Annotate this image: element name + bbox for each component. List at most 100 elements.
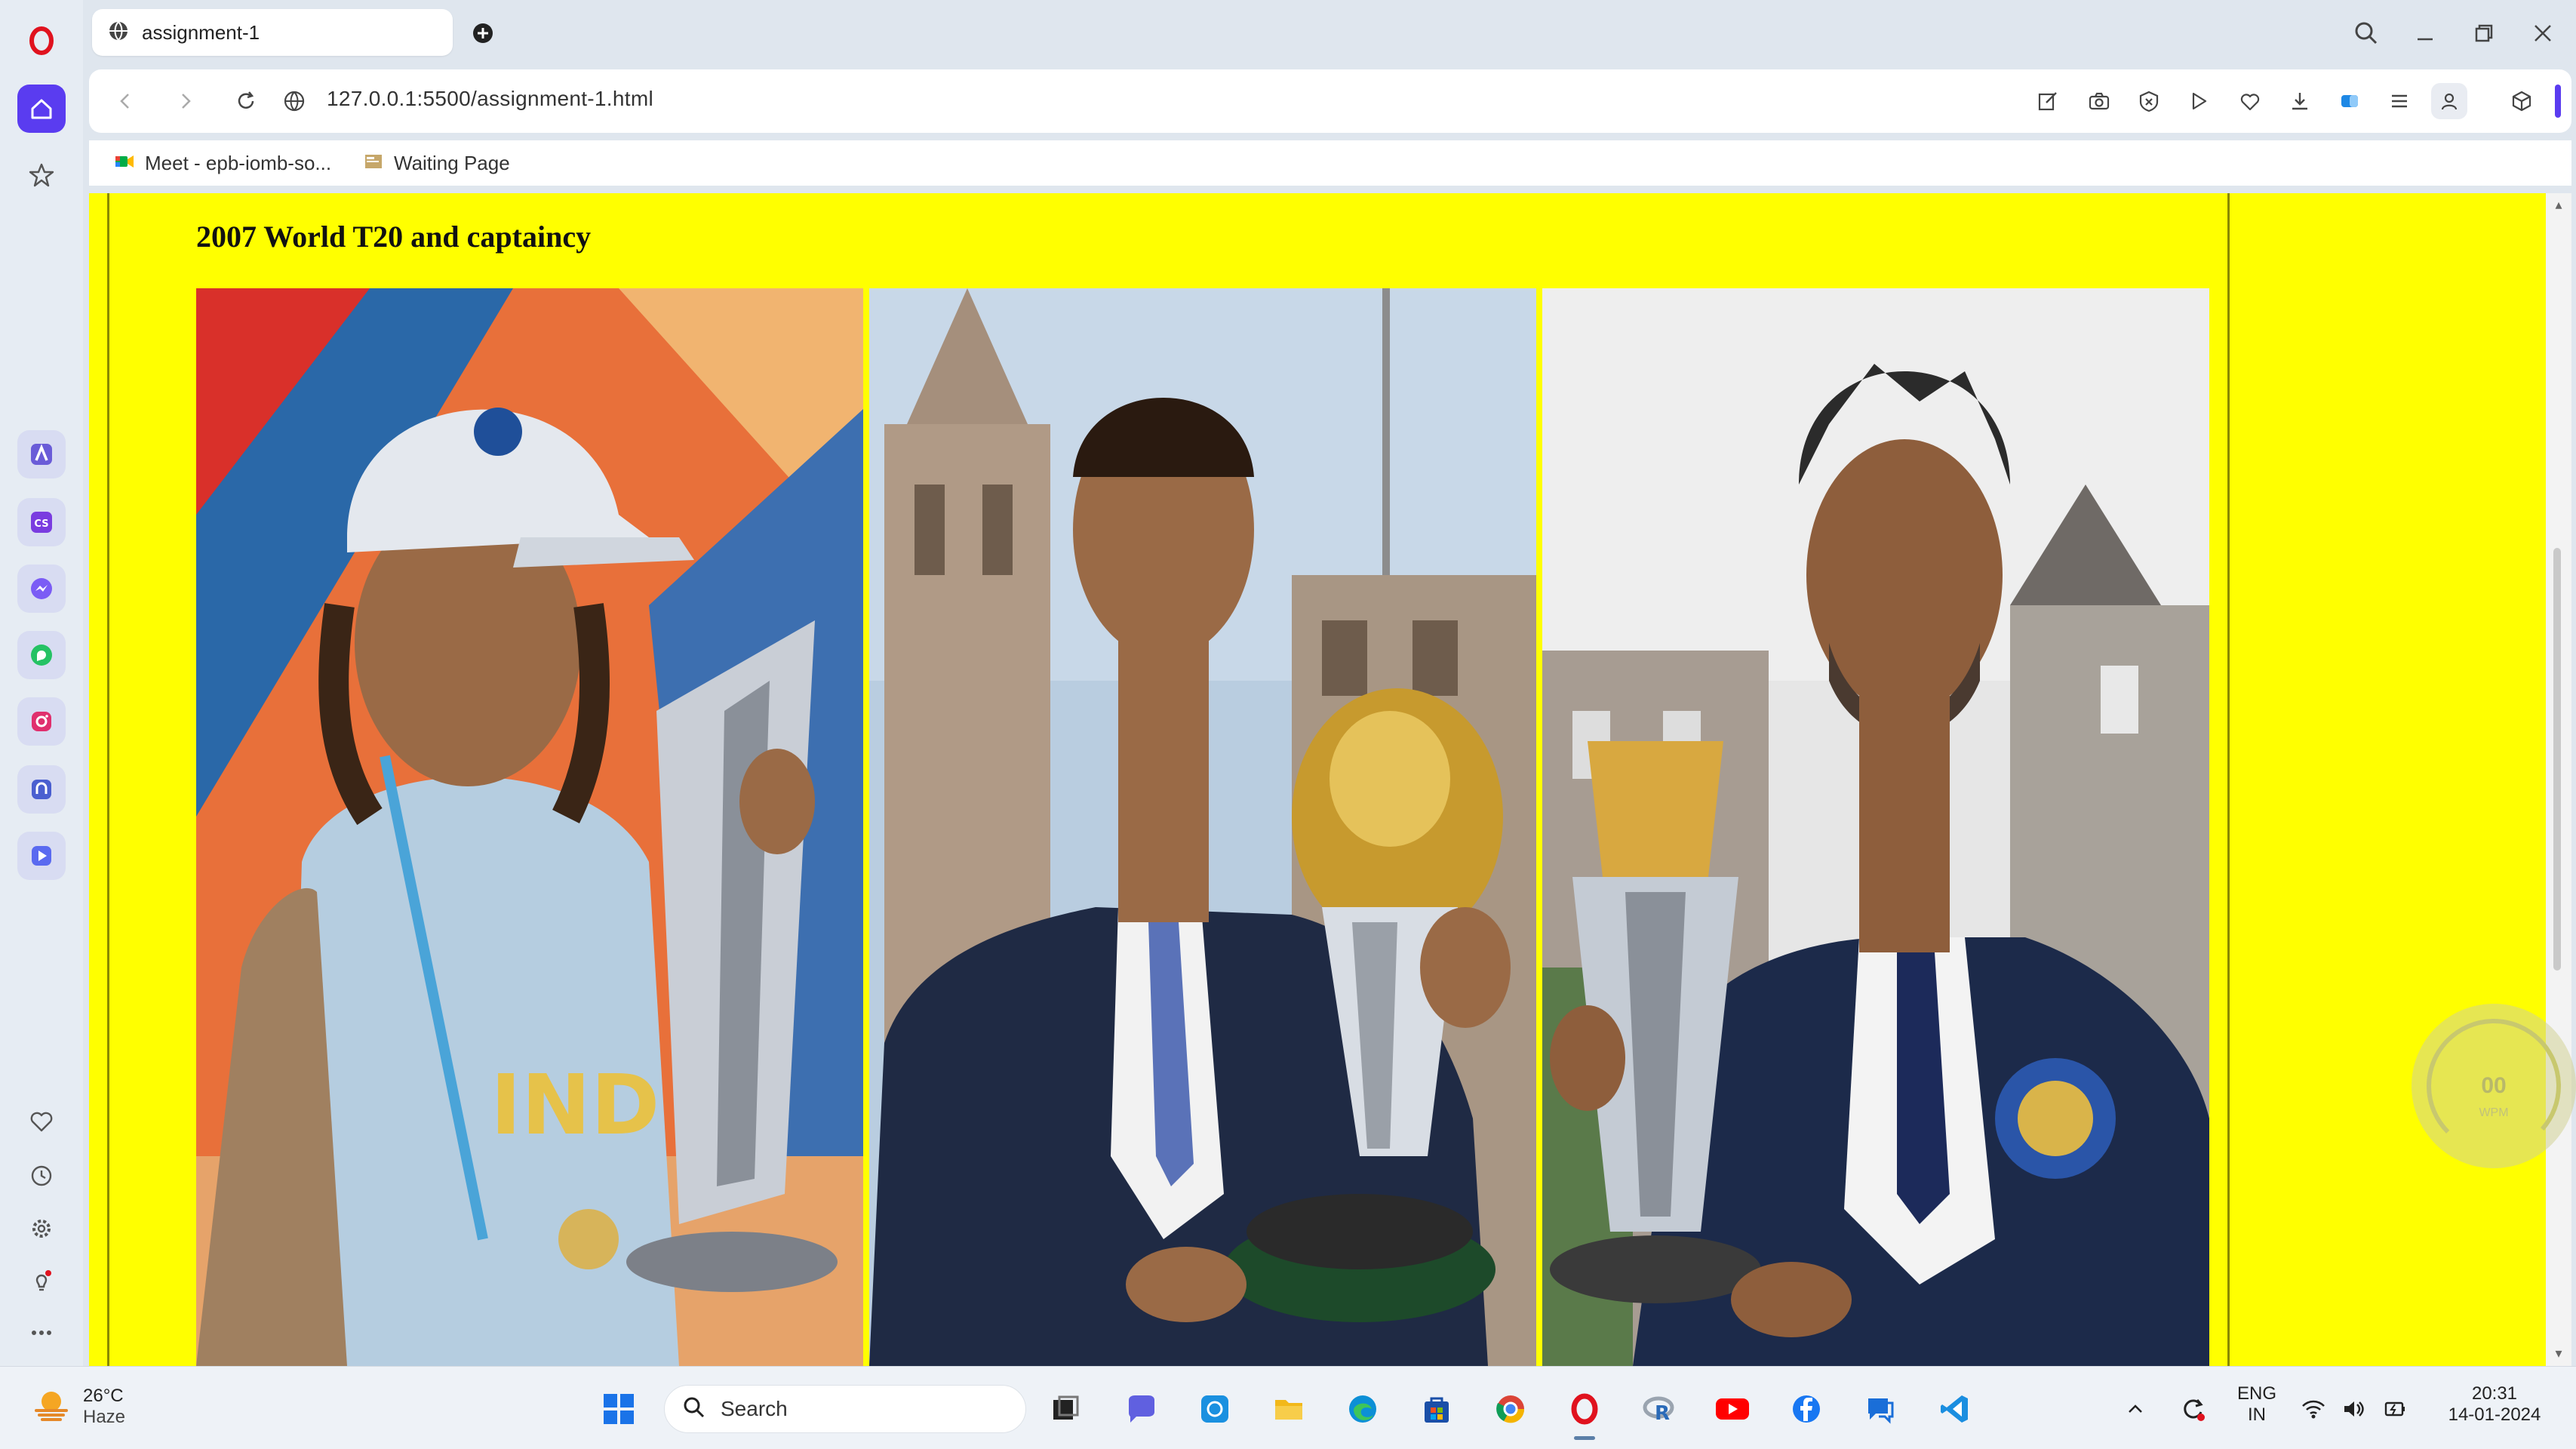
facebook-icon[interactable] (1784, 1386, 1829, 1432)
opera-sidebar: CS (0, 0, 83, 1366)
home-icon[interactable] (17, 85, 66, 133)
url-field[interactable]: 127.0.0.1:5500/assignment-1.html (327, 87, 653, 111)
page-border-left (107, 193, 109, 1366)
sidebar-toggle-indicator[interactable] (2555, 85, 2561, 118)
page-scrollbar[interactable]: ▴ ▾ (2546, 193, 2571, 1366)
weather-widget[interactable]: 26°C Haze (30, 1383, 125, 1429)
opera-taskbar-icon[interactable] (1562, 1386, 1607, 1432)
instagram-icon[interactable] (17, 697, 66, 746)
messenger-icon[interactable] (17, 565, 66, 613)
extensions-cube-icon[interactable] (2504, 83, 2540, 119)
settings-gear-icon[interactable] (17, 1204, 66, 1253)
heart-icon[interactable] (17, 1097, 66, 1146)
svg-text:CS: CS (34, 518, 48, 530)
edge-icon[interactable] (1340, 1386, 1385, 1432)
task-view-icon[interactable] (1043, 1386, 1088, 1432)
history-icon[interactable] (17, 1152, 66, 1200)
bookmark-label: Meet - epb-iomb-so... (145, 151, 332, 174)
clock[interactable]: 20:31 14-01-2024 (2427, 1383, 2562, 1426)
whatsapp-icon[interactable] (17, 631, 66, 679)
lightbulb-icon[interactable] (17, 1257, 66, 1306)
more-options-icon[interactable] (17, 1309, 66, 1357)
star-icon[interactable] (17, 151, 66, 199)
page-heading: 2007 World T20 and captaincy (196, 220, 592, 254)
copilot-icon[interactable] (1192, 1386, 1237, 1432)
music-player-icon[interactable] (17, 765, 66, 814)
youtube-icon[interactable] (1710, 1386, 1755, 1432)
chat-app-icon[interactable] (1858, 1386, 1903, 1432)
scroll-down-icon[interactable]: ▾ (2550, 1345, 2567, 1361)
camera-icon[interactable] (2081, 83, 2117, 119)
battery-icon[interactable] (2375, 1386, 2415, 1432)
photo-champions-trophy (1542, 288, 2209, 1366)
ad-blocker-icon[interactable] (2131, 83, 2167, 119)
chrome-icon[interactable] (1488, 1386, 1533, 1432)
bookmark-meet[interactable]: Meet - epb-iomb-so... (113, 148, 331, 178)
weather-temperature: 26°C (83, 1385, 124, 1406)
new-tab-button[interactable] (465, 15, 501, 51)
site-info-globe-icon[interactable] (278, 85, 311, 118)
page-viewport: 2007 World T20 and captaincy IND (89, 193, 2571, 1366)
vscode-icon[interactable] (1932, 1386, 1977, 1432)
tab-title: assignment-1 (142, 20, 260, 44)
photo-world-cup-trophy (869, 288, 1536, 1366)
svg-text:R: R (1655, 1402, 1670, 1425)
opera-logo-icon[interactable] (17, 17, 66, 65)
clock-time: 20:31 (2471, 1383, 2518, 1404)
video-player-icon[interactable] (17, 832, 66, 880)
page-favicon-icon (362, 150, 385, 177)
menu-icon[interactable] (2381, 83, 2418, 119)
language-region: IN (2248, 1404, 2266, 1425)
edit-icon[interactable] (2030, 83, 2066, 119)
volume-icon[interactable] (2335, 1386, 2374, 1432)
file-explorer-icon[interactable] (1266, 1386, 1311, 1432)
sync-update-icon[interactable] (2170, 1386, 2215, 1432)
photo-row: IND (196, 288, 2209, 1366)
tab-search-icon[interactable] (2347, 14, 2386, 53)
tab-assignment-1[interactable]: assignment-1 (92, 9, 453, 56)
windows-start-icon[interactable] (596, 1386, 641, 1432)
favorite-heart-icon[interactable] (2232, 83, 2268, 119)
microsoft-store-icon[interactable] (1414, 1386, 1459, 1432)
close-icon[interactable] (2523, 14, 2562, 53)
r-language-icon[interactable]: R (1636, 1386, 1681, 1432)
reload-icon[interactable] (229, 85, 263, 118)
forward-arrow-icon[interactable] (169, 85, 202, 118)
address-bar: 127.0.0.1:5500/assignment-1.html (89, 69, 2571, 133)
language-indicator[interactable]: ENG IN (2230, 1383, 2283, 1426)
google-meet-icon (113, 150, 136, 177)
bookmark-waiting-page[interactable]: Waiting Page (362, 148, 510, 178)
play-icon[interactable] (2181, 83, 2217, 119)
svg-text:IND: IND (490, 1057, 659, 1153)
bookmark-label: Waiting Page (394, 151, 510, 174)
taskbar-search[interactable]: Search (664, 1385, 1026, 1433)
weather-condition: Haze (83, 1406, 126, 1427)
back-arrow-icon[interactable] (109, 85, 142, 118)
show-hidden-icons-chevron-icon[interactable] (2113, 1386, 2158, 1432)
cs-app-icon[interactable]: CS (17, 498, 66, 546)
active-app-indicator (1574, 1436, 1595, 1440)
haze-weather-icon (30, 1383, 72, 1429)
language-code: ENG (2236, 1383, 2276, 1404)
restore-icon[interactable] (2464, 14, 2504, 53)
aria-icon[interactable] (17, 430, 66, 478)
globe-icon (107, 20, 130, 46)
download-icon[interactable] (2282, 83, 2318, 119)
typing-speed-widget[interactable]: 00 WPM (2412, 1004, 2576, 1168)
search-icon (681, 1395, 707, 1424)
page-border-right (2227, 193, 2230, 1366)
wifi-icon[interactable] (2294, 1386, 2333, 1432)
scroll-up-icon[interactable]: ▴ (2550, 196, 2567, 213)
scroll-thumb[interactable] (2553, 548, 2561, 971)
clock-date: 14-01-2024 (2448, 1404, 2541, 1425)
bookmarks-bar: Meet - epb-iomb-so... Waiting Page (89, 140, 2571, 186)
speed-unit: WPM (2479, 1106, 2509, 1119)
minimize-icon[interactable] (2405, 14, 2445, 53)
taskbar: 26°C Haze Search R ENG IN 20:31 14-01-20… (0, 1366, 2576, 1449)
easy-setup-icon[interactable] (2332, 83, 2368, 119)
profile-icon[interactable] (2431, 83, 2467, 119)
speed-value: 00 (2481, 1073, 2507, 1098)
search-placeholder: Search (721, 1397, 788, 1420)
tab-bar: assignment-1 (83, 0, 2576, 66)
chat-icon[interactable] (1118, 1386, 1164, 1432)
